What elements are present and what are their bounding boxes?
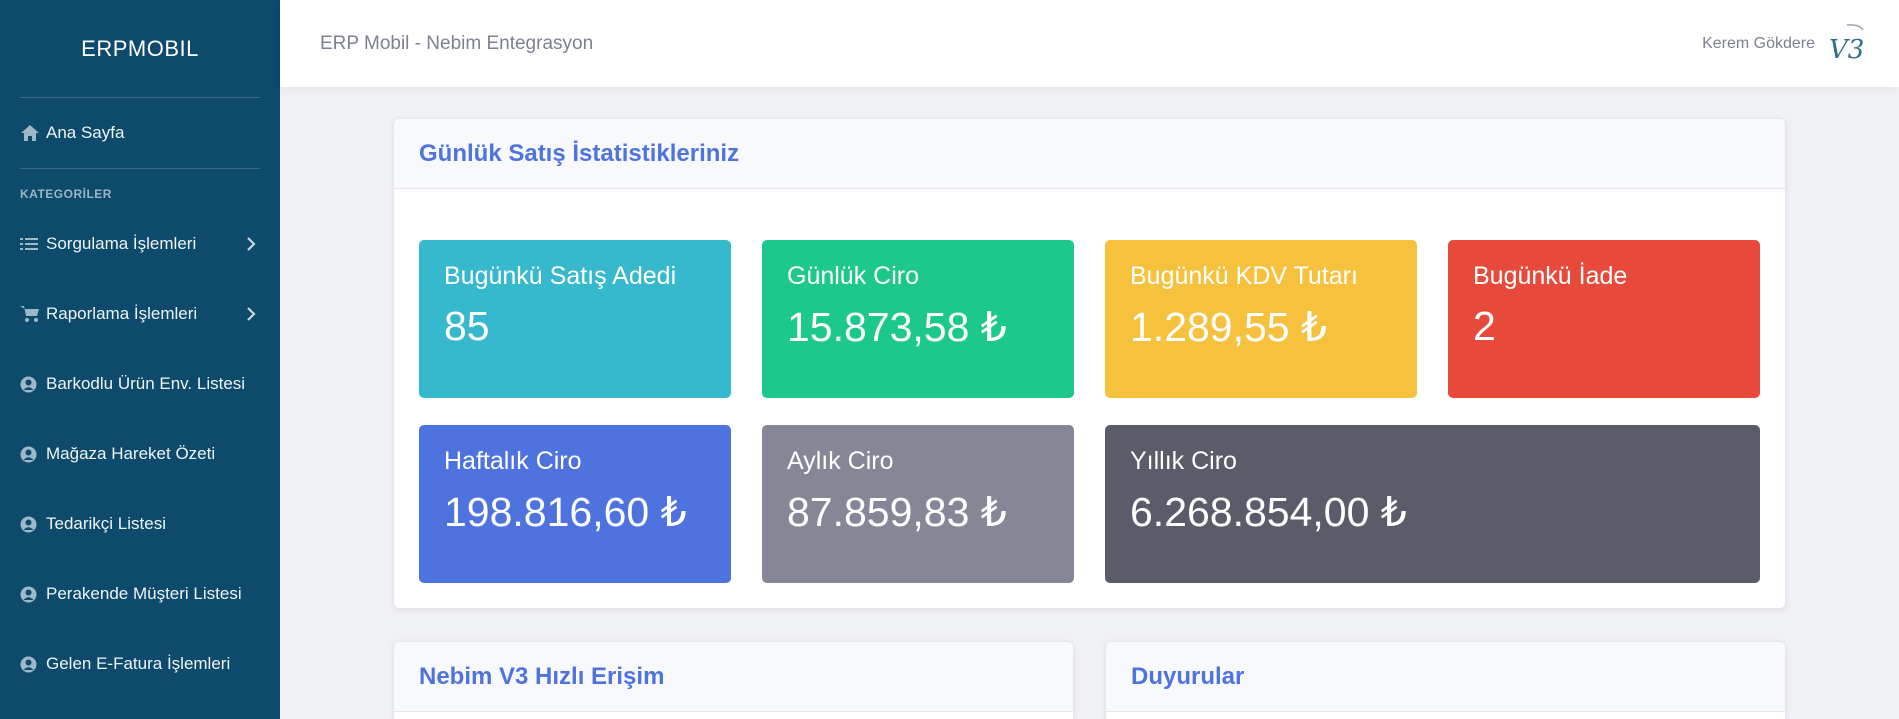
home-icon [20,124,46,142]
stat-today-returns[interactable]: Bugünkü İade 2 [1448,240,1760,398]
stat-yearly-revenue[interactable]: Yıllık Ciro 6.268.854,00 ₺ [1105,425,1760,583]
stat-value: 198.816,60 ₺ [444,489,687,535]
sidebar-item-perakende-musteri[interactable]: Perakende Müşteri Listesi [0,559,280,629]
stat-value: 87.859,83 ₺ [787,489,1007,535]
svg-text:V3: V3 [1829,35,1864,65]
sidebar: ERPMOBIL Ana Sayfa KATEGORİLER Sorgulama… [0,0,280,719]
stat-value: 85 [444,303,490,349]
cart-icon [20,305,46,323]
sidebar-item-tedarikci[interactable]: Tedarikçi Listesi [0,489,280,559]
brand-logo[interactable]: ERPMOBIL [0,0,280,97]
sidebar-item-sorgulama[interactable]: Sorgulama İşlemleri [0,209,280,279]
card-title: Duyurular [1106,642,1785,712]
sidebar-section-heading: KATEGORİLER [20,187,112,201]
sidebar-item-magaza-hareket[interactable]: Mağaza Hareket Özeti [0,419,280,489]
sidebar-item-label: Raporlama İşlemleri [46,304,198,323]
stat-value: 2 [1473,303,1496,349]
sidebar-item-label: Barkodlu Ürün Env. Listesi [46,374,246,393]
list-check-icon [20,237,46,251]
sidebar-item-home[interactable]: Ana Sayfa [0,98,280,168]
sidebar-item-label: Mağaza Hareket Özeti [46,444,216,463]
sidebar-item-label: Ana Sayfa [46,123,125,142]
stat-label: Aylık Ciro [787,447,894,475]
chevron-right-icon [246,237,260,251]
stat-value: 15.873,58 ₺ [787,304,1007,350]
stat-daily-revenue[interactable]: Günlük Ciro 15.873,58 ₺ [762,240,1074,398]
topbar: ERP Mobil - Nebim Entegrasyon Kerem Gökd… [280,0,1899,87]
user-circle-icon [20,516,46,533]
sidebar-item-label: Perakende Müşteri Listesi [46,584,242,603]
stat-value: 6.268.854,00 ₺ [1130,489,1407,535]
sidebar-item-gelen-efatura[interactable]: Gelen E-Fatura İşlemleri [0,629,280,699]
stat-value: 1.289,55 ₺ [1130,304,1328,350]
stat-label: Bugünkü İade [1473,262,1628,290]
user-name[interactable]: Kerem Gökdere [1702,35,1815,53]
card-title: Nebim V3 Hızlı Erişim [394,642,1073,712]
user-circle-icon [20,656,46,673]
chevron-right-icon [246,307,260,321]
stat-label: Bugünkü Satış Adedi [444,262,677,290]
stat-today-vat[interactable]: Bugünkü KDV Tutarı 1.289,55 ₺ [1105,240,1417,398]
stat-weekly-revenue[interactable]: Haftalık Ciro 198.816,60 ₺ [419,425,731,583]
daily-stats-card: Günlük Satış İstatistikleriniz Bugünkü S… [393,118,1786,609]
stat-label: Haftalık Ciro [444,447,582,475]
quick-access-card: Nebim V3 Hızlı Erişim [393,641,1074,719]
sidebar-item-label: Sorgulama İşlemleri [46,234,197,253]
user-circle-icon [20,586,46,603]
announcements-card: Duyurular [1105,641,1786,719]
stat-monthly-revenue[interactable]: Aylık Ciro 87.859,83 ₺ [762,425,1074,583]
stat-label: Yıllık Ciro [1130,447,1237,475]
stat-label: Bugünkü KDV Tutarı [1130,262,1358,290]
user-circle-icon [20,446,46,463]
user-circle-icon [20,376,46,393]
sidebar-item-barkodlu-urun[interactable]: Barkodlu Ürün Env. Listesi [0,349,280,419]
v3-logo-icon[interactable]: V3 [1827,22,1867,66]
stat-today-sales-count[interactable]: Bugünkü Satış Adedi 85 [419,240,731,398]
sidebar-item-label: Tedarikçi Listesi [46,514,166,533]
card-title: Günlük Satış İstatistikleriniz [394,119,1785,189]
sidebar-item-raporlama[interactable]: Raporlama İşlemleri [0,279,280,349]
stat-label: Günlük Ciro [787,262,919,290]
sidebar-item-label: Gelen E-Fatura İşlemleri [46,654,231,673]
page-title: ERP Mobil - Nebim Entegrasyon [320,32,594,54]
